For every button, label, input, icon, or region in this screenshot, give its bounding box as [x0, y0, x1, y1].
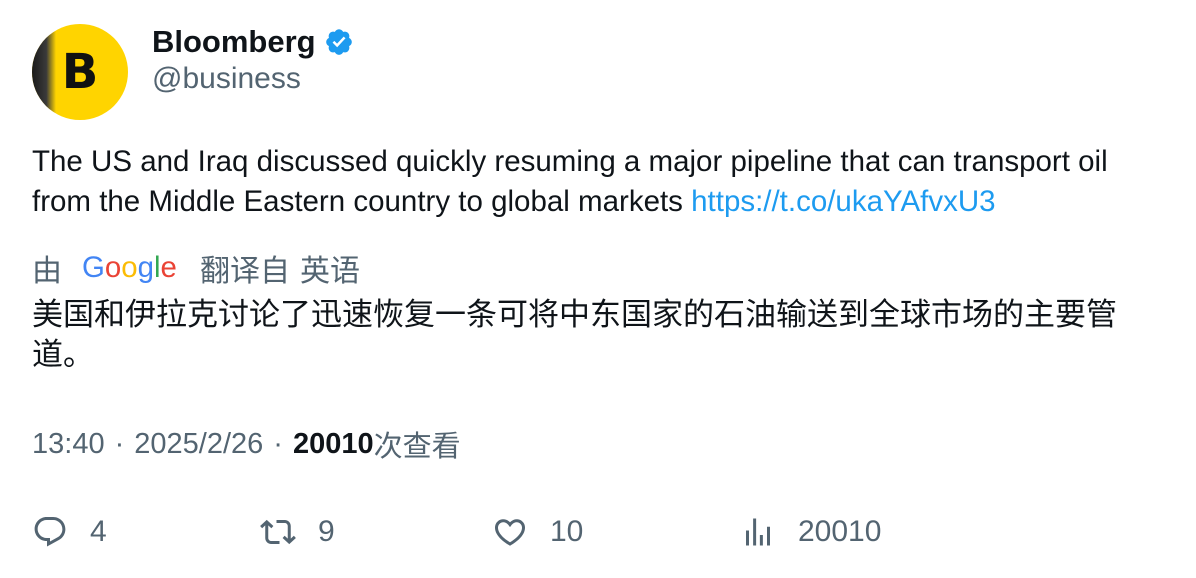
translation-attribution: 由 Google 翻译自 英语 [32, 246, 360, 290]
verified-badge-icon [325, 29, 352, 55]
svg-text:Google: Google [82, 251, 177, 284]
avatar-letter: B [61, 44, 99, 100]
tweet-date[interactable]: 2025/2/26 [134, 428, 263, 461]
reply-button[interactable]: 4 [32, 510, 107, 554]
translation-suffix: 翻译自 [200, 255, 290, 288]
author-name-row: Bloomberg [152, 22, 354, 62]
meta-separator: · [273, 427, 283, 460]
author-handle[interactable]: @business [152, 62, 301, 96]
repost-button[interactable]: 9 [260, 510, 335, 554]
translation-prefix: 由 [32, 255, 62, 288]
views-button[interactable]: 20010 [740, 510, 881, 554]
reply-count: 4 [90, 515, 107, 548]
reply-icon [34, 517, 66, 547]
views-action-count: 20010 [798, 515, 882, 548]
translated-text: 美国和伊拉克讨论了迅速恢复一条可将中东国家的石油输送到全球市场的主要管道。 [32, 297, 1117, 373]
author-name[interactable]: Bloomberg [152, 24, 316, 60]
tweet-meta: 13:40 · 2025/2/26 · 20010 次查看 [32, 424, 461, 464]
google-logo-icon: Google [82, 251, 177, 284]
analytics-icon [746, 518, 770, 546]
repost-icon [260, 519, 296, 545]
views-label: 次查看 [373, 431, 461, 463]
views-count: 20010 [292, 427, 374, 460]
tweet-time[interactable]: 13:40 [32, 428, 105, 461]
action-bar: 4 9 10 20010 [32, 510, 1162, 554]
meta-separator: · [114, 427, 125, 460]
tweet-link[interactable]: https://t.co/ukaYAfvxU3 [691, 185, 995, 218]
like-button[interactable]: 10 [492, 510, 583, 554]
like-count: 10 [550, 515, 584, 548]
heart-icon [494, 519, 526, 546]
tweet-text: The US and Iraq discussed quickly resumi… [32, 142, 1172, 222]
translation-source-language: 英语 [300, 255, 360, 288]
repost-count: 9 [318, 515, 335, 548]
avatar[interactable]: B [32, 24, 128, 120]
